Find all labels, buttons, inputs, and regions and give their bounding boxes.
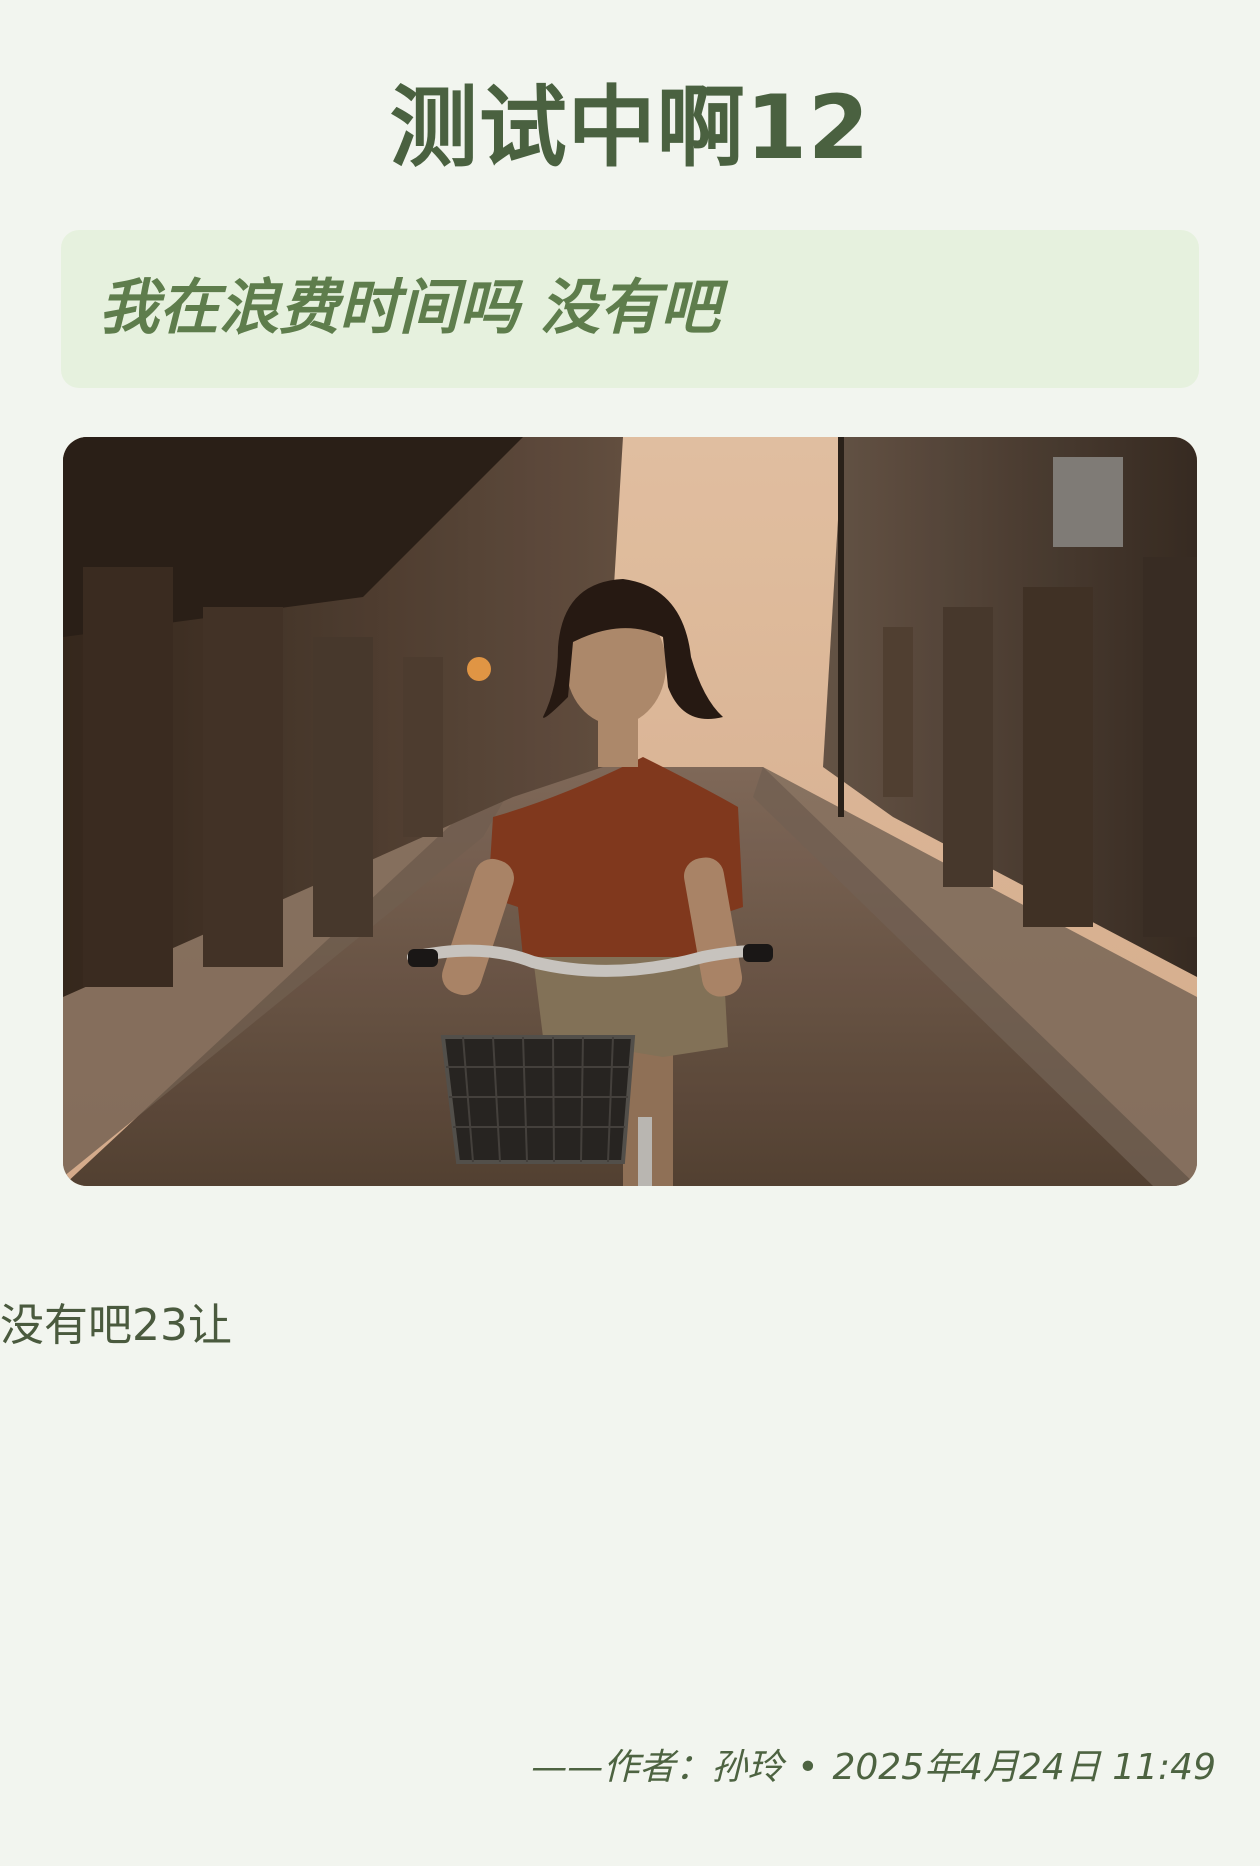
author-name: 孙玲 bbox=[711, 1747, 784, 1788]
post-page: 测试中啊12 我在浪费时间吗 没有吧 没有吧23让 ——作者：孙玲 • 2025… bbox=[0, 0, 1260, 1866]
post-body-text: 没有吧23让 bbox=[0, 1300, 232, 1351]
post-datetime: 2025年4月24日 11:49 bbox=[832, 1747, 1216, 1788]
quote-box: 我在浪费时间吗 没有吧 bbox=[61, 230, 1199, 388]
quote-text: 我在浪费时间吗 没有吧 bbox=[99, 273, 720, 343]
post-title: 测试中啊12 bbox=[389, 76, 871, 179]
footer-separator: • bbox=[797, 1747, 819, 1788]
post-photo bbox=[63, 437, 1197, 1186]
post-footer: ——作者：孙玲 • 2025年4月24日 11:49 bbox=[531, 1742, 1216, 1794]
photo-illustration bbox=[63, 437, 1197, 1186]
footer-prefix: ——作者： bbox=[531, 1747, 712, 1788]
